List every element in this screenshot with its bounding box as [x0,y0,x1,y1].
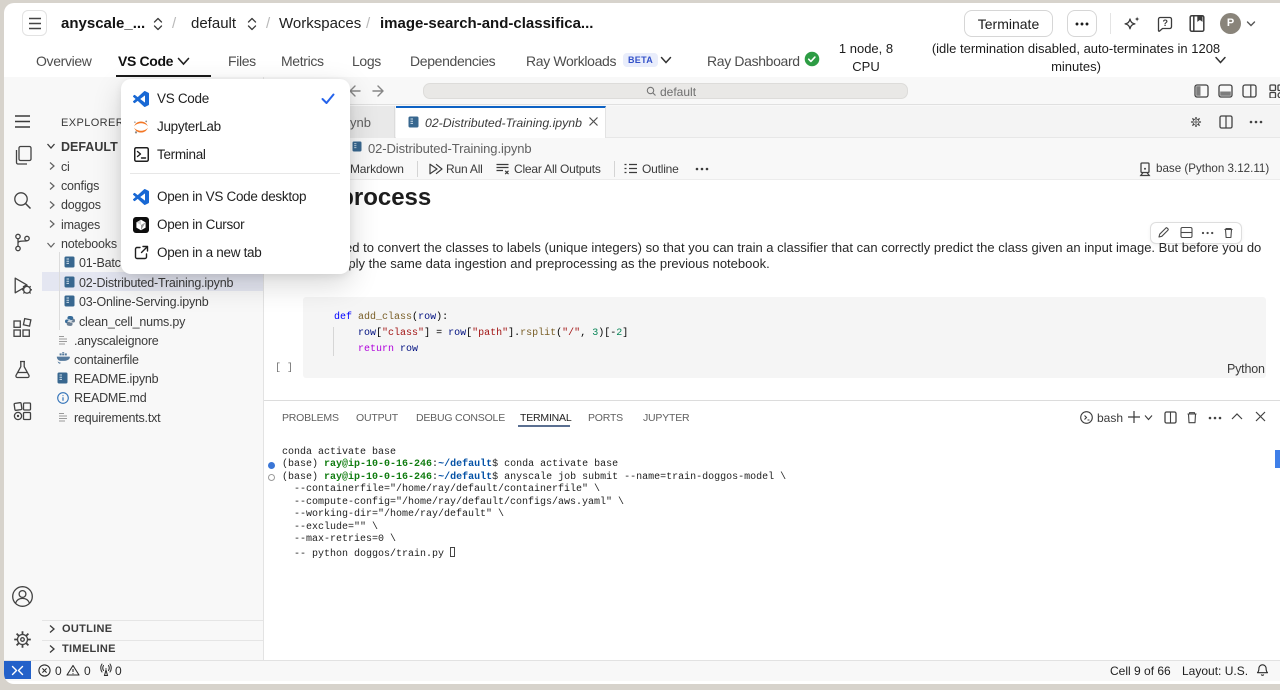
svg-text:?: ? [1163,18,1169,28]
